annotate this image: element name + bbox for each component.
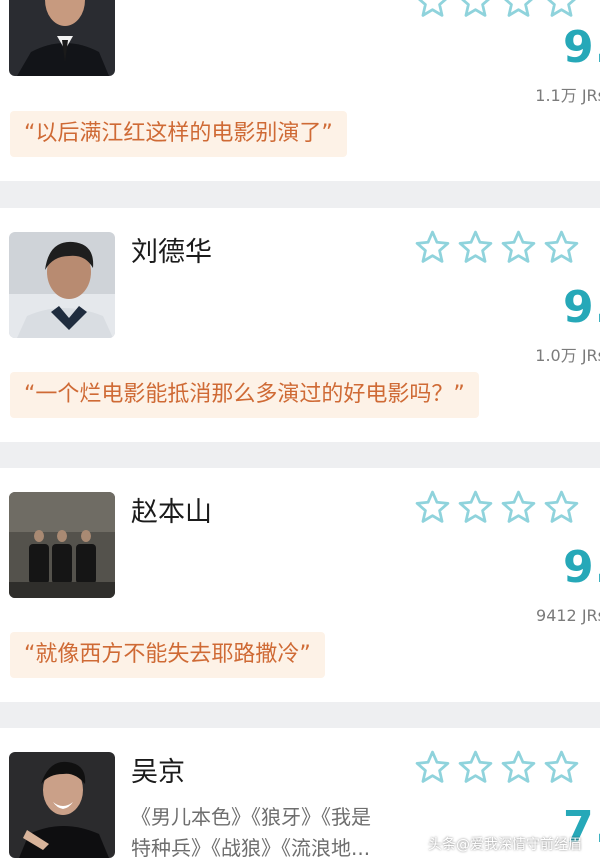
star-outline-icon[interactable] [500, 229, 537, 266]
vote-count: 1.1万 JRs评 [535, 86, 600, 105]
score: 9. [563, 22, 600, 73]
quote-text: “就像西方不能失去耶路撒冷” [10, 632, 325, 678]
star-outline-icon[interactable] [543, 0, 580, 20]
star-outline-icon[interactable] [414, 0, 451, 20]
score: 9. [563, 282, 600, 333]
star-outline-icon[interactable] [543, 229, 580, 266]
person-name: 吴京 [131, 757, 185, 788]
quote-text: “一个烂电影能抵消那么多演过的好电影吗？” [10, 372, 479, 418]
star-outline-icon[interactable] [457, 749, 494, 786]
star-outline-icon[interactable] [543, 489, 580, 526]
star-rating[interactable] [414, 229, 580, 266]
star-outline-icon[interactable] [414, 749, 451, 786]
star-outline-icon[interactable] [457, 489, 494, 526]
star-rating[interactable] [414, 0, 580, 20]
filmography-line: 《男儿本色》《狼牙》《我是 [131, 805, 371, 829]
person-name: 刘德华 [131, 237, 212, 268]
vote-count: 1.0万 JRs评 [535, 346, 600, 365]
star-outline-icon[interactable] [457, 229, 494, 266]
watermark: 头条@爱我深情守前经眉 [428, 837, 582, 853]
quote-text: “以后满江红这样的电影别演了” [10, 111, 347, 157]
star-rating[interactable] [414, 749, 580, 786]
star-outline-icon[interactable] [500, 0, 537, 20]
avatar[interactable] [9, 0, 115, 76]
star-rating[interactable] [414, 489, 580, 526]
avatar[interactable] [9, 492, 115, 598]
star-outline-icon[interactable] [414, 229, 451, 266]
star-outline-icon[interactable] [414, 489, 451, 526]
rating-card[interactable]: 赵本山 9. 9412 JRs评 “就像西方不能失去耶路撒冷” [0, 468, 600, 702]
star-outline-icon[interactable] [543, 749, 580, 786]
filmography: 《男儿本色》《狼牙》《我是 特种兵》《战狼》《流浪地... [131, 802, 416, 864]
star-outline-icon[interactable] [500, 489, 537, 526]
rating-card[interactable]: 刘德华 9. 1.0万 JRs评 “一个烂电影能抵消那么多演过的好电影吗？” [0, 208, 600, 442]
filmography-line: 特种兵》《战狼》《流浪地... [131, 836, 371, 860]
avatar[interactable] [9, 232, 115, 338]
vote-count: 9412 JRs评 [536, 606, 600, 625]
person-name: 赵本山 [131, 497, 212, 528]
rating-card[interactable]: 9. 1.1万 JRs评 “以后满江红这样的电影别演了” [0, 0, 600, 181]
score: 9. [563, 542, 600, 593]
star-outline-icon[interactable] [457, 0, 494, 20]
avatar[interactable] [9, 752, 115, 858]
star-outline-icon[interactable] [500, 749, 537, 786]
